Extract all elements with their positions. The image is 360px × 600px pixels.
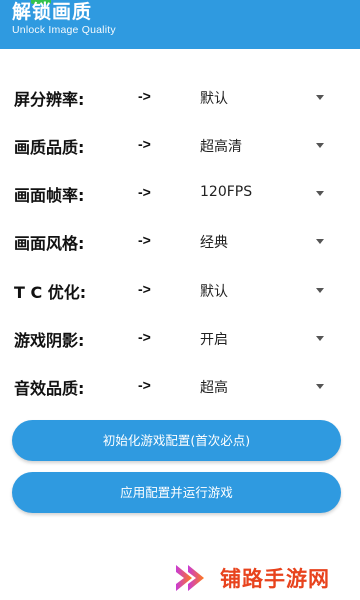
setting-row-style: 画面风格: -> 经典 bbox=[0, 226, 360, 256]
arrow-text: -> bbox=[138, 184, 151, 200]
page-title: 解锁画质 bbox=[12, 1, 93, 23]
play-chevron-logo-icon bbox=[176, 565, 204, 591]
apply-and-run-button[interactable]: 应用配置并运行游戏 bbox=[12, 472, 341, 513]
dropdown-arrow-icon bbox=[316, 384, 324, 389]
arrow-text: -> bbox=[138, 88, 151, 104]
dropdown-value: 超高 bbox=[200, 380, 228, 396]
dropdown-arrow-icon bbox=[316, 239, 324, 244]
arrow-text: -> bbox=[138, 377, 151, 393]
style-dropdown[interactable]: 经典 bbox=[196, 226, 334, 256]
app-header: 解锁画质 Unlock Image Quality bbox=[0, 0, 360, 49]
dropdown-value: 默认 bbox=[200, 91, 228, 107]
dropdown-arrow-icon bbox=[316, 336, 324, 341]
dropdown-value: 经典 bbox=[200, 235, 228, 251]
shadow-dropdown[interactable]: 开启 bbox=[196, 323, 334, 353]
dropdown-arrow-icon bbox=[316, 288, 324, 293]
setting-row-audio: 音效品质: -> 超高 bbox=[0, 371, 360, 401]
setting-row-framerate: 画面帧率: -> 120FPS bbox=[0, 178, 360, 208]
audio-dropdown[interactable]: 超高 bbox=[196, 371, 334, 401]
dropdown-arrow-icon bbox=[316, 95, 324, 100]
tc-optimize-dropdown[interactable]: 默认 bbox=[196, 275, 334, 305]
dropdown-value: 默认 bbox=[200, 284, 228, 300]
quality-dropdown[interactable]: 超高清 bbox=[196, 130, 334, 160]
watermark: 铺路手游网 bbox=[172, 560, 357, 596]
setting-row-tc-optimize: T C 优化: -> 默认 bbox=[0, 275, 360, 305]
arrow-text: -> bbox=[138, 329, 151, 345]
resolution-dropdown[interactable]: 默认 bbox=[196, 82, 334, 112]
init-config-button[interactable]: 初始化游戏配置(首次必点) bbox=[12, 420, 341, 461]
setting-label: 音效品质: bbox=[14, 379, 85, 398]
arrow-text: -> bbox=[138, 281, 151, 297]
setting-row-shadow: 游戏阴影: -> 开启 bbox=[0, 323, 360, 353]
dropdown-value: 超高清 bbox=[200, 139, 242, 155]
dropdown-arrow-icon bbox=[316, 191, 324, 196]
setting-label: 画质品质: bbox=[14, 138, 85, 157]
setting-row-resolution: 屏分辨率: -> 默认 bbox=[0, 82, 360, 112]
setting-label: 画面帧率: bbox=[14, 186, 85, 205]
page-subtitle: Unlock Image Quality bbox=[12, 24, 116, 36]
framerate-dropdown[interactable]: 120FPS bbox=[196, 178, 334, 208]
setting-label: 屏分辨率: bbox=[14, 90, 85, 109]
dropdown-value: 120FPS bbox=[200, 184, 253, 200]
setting-label: 画面风格: bbox=[14, 234, 85, 253]
setting-label: 游戏阴影: bbox=[14, 331, 85, 350]
setting-row-quality: 画质品质: -> 超高清 bbox=[0, 130, 360, 160]
watermark-text: 铺路手游网 bbox=[220, 567, 330, 591]
arrow-text: -> bbox=[138, 136, 151, 152]
dropdown-value: 开启 bbox=[200, 332, 228, 348]
setting-label: T C 优化: bbox=[14, 283, 87, 302]
dropdown-arrow-icon bbox=[316, 143, 324, 148]
arrow-text: -> bbox=[138, 232, 151, 248]
